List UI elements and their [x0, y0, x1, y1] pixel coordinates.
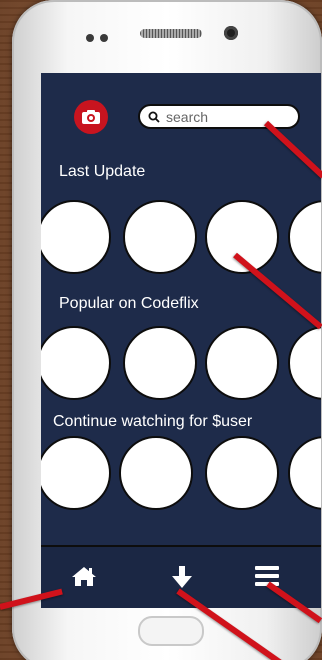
video-thumbnail[interactable] [41, 436, 111, 510]
home-icon [72, 567, 96, 586]
bottom-nav-bar [41, 545, 321, 608]
video-thumbnail[interactable] [288, 436, 321, 510]
video-thumbnail[interactable] [288, 326, 321, 400]
app-logo-button[interactable] [74, 100, 108, 134]
section-title-continue-watching: Continue watching for $user [53, 413, 253, 430]
video-thumbnail[interactable] [288, 200, 321, 274]
thumbnail-row-popular [41, 326, 321, 400]
video-thumbnail[interactable] [123, 200, 197, 274]
nav-home-button[interactable] [71, 565, 97, 587]
physical-home-button[interactable] [138, 616, 204, 646]
video-thumbnail[interactable] [205, 326, 279, 400]
video-thumbnail[interactable] [119, 436, 193, 510]
video-thumbnail[interactable] [41, 200, 111, 274]
video-thumbnail[interactable] [41, 326, 111, 400]
sensor-dots [86, 29, 114, 47]
phone-frame: Last Update Popular on Codeflix Continue… [12, 0, 322, 660]
thumbnail-row-continue-watching [41, 436, 321, 510]
thumbnail-row-last-update [41, 200, 321, 274]
video-thumbnail[interactable] [205, 436, 279, 510]
camera-icon [82, 110, 100, 124]
search-icon [148, 111, 160, 123]
search-bar[interactable] [138, 104, 300, 129]
app-screen: Last Update Popular on Codeflix Continue… [41, 73, 321, 608]
speaker-grill [140, 29, 202, 38]
section-title-last-update: Last Update [59, 163, 146, 180]
video-thumbnail[interactable] [123, 326, 197, 400]
download-icon [172, 566, 192, 588]
section-title-popular: Popular on Codeflix [59, 295, 199, 312]
nav-download-button[interactable] [170, 565, 194, 589]
front-camera [224, 26, 238, 40]
